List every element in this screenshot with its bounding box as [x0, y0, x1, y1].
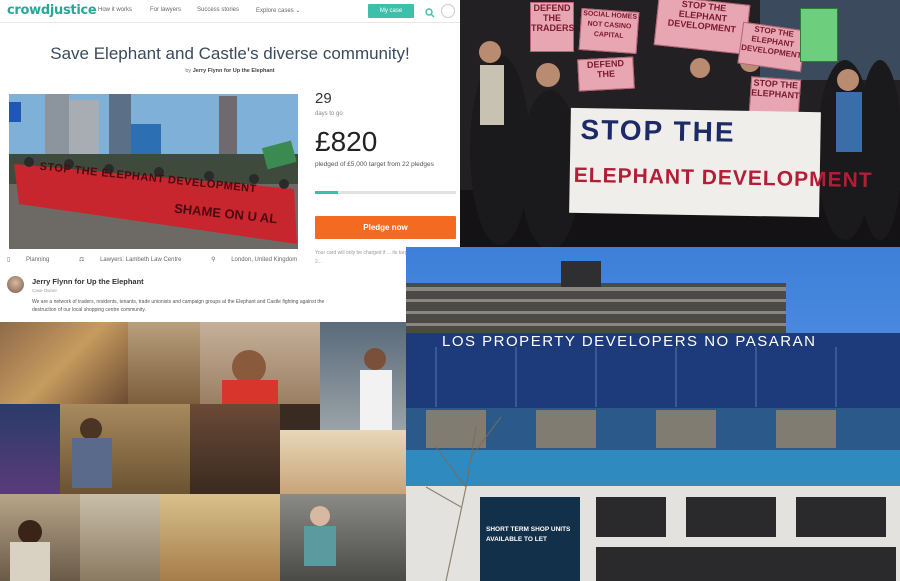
sign-stop-development-1: STOP THE ELEPHANT DEVELOPMENT: [653, 0, 751, 55]
tag-location[interactable]: ⚲ London, United Kingdom: [211, 257, 311, 263]
collage-photo-shopfront: [0, 322, 128, 404]
sign-defend: DEFEND THE: [577, 56, 635, 92]
byline-prefix: by: [185, 68, 192, 74]
case-description: We are a network of traders, residents, …: [32, 299, 325, 313]
tag-lawyers[interactable]: ⚖ Lawyers: Lambeth Law Centre: [79, 257, 195, 263]
days-count: 29: [315, 90, 332, 107]
collage-photo-market: [160, 494, 280, 581]
sign-defend-traders: DEFEND THE TRADERS: [530, 2, 575, 52]
location-pin-icon: ⚲: [211, 257, 216, 263]
user-avatar-icon[interactable]: [441, 4, 455, 18]
pledge-now-button[interactable]: Pledge now: [315, 216, 456, 239]
page-title: Save Elephant and Castle's diverse commu…: [50, 44, 410, 63]
byline-author[interactable]: Jerry Flynn for Up the Elephant: [193, 68, 275, 74]
protest-banner: STOP THE ELEPHANT DEVELOPMENT: [569, 107, 873, 218]
nav-explore-cases-label: Explore cases: [256, 8, 294, 14]
collage-photo-wheelchair-user: [280, 494, 406, 581]
shop-units-sign: SHORT TERM SHOP UNITS AVAILABLE TO LET: [480, 497, 580, 581]
shop-collage: [0, 322, 406, 581]
owner-avatar: [7, 276, 24, 293]
owner-role: Case Owner: [32, 288, 58, 293]
nav-explore-cases[interactable]: Explore cases ⌄: [256, 7, 300, 14]
collage-photo-stall: [128, 322, 200, 404]
collage-photo-cafe-sign: [280, 430, 406, 494]
tag-planning-label: Planning: [25, 257, 50, 263]
collage-photo-trader: [0, 494, 80, 581]
collage-photo-cafe: [190, 404, 280, 494]
banner-line2: ELEPHANT DEVELOPMENT: [573, 163, 873, 193]
sign-stop-development-2: STOP THE ELEPHANT DEVELOPMENT: [737, 21, 807, 73]
amount-raised: £820: [315, 126, 378, 157]
case-tags: ▯ Planning ⚖ Lawyers: Lambeth Law Centre…: [7, 256, 325, 263]
progress-bar: [315, 191, 456, 194]
days-label: days to go: [315, 111, 343, 117]
crowdjustice-panel: crowdjustice How it works For lawyers Su…: [0, 0, 460, 322]
progress-bar-fill: [315, 191, 339, 194]
sign-stop-elephant: STOP THE ELEPHANT: [748, 76, 802, 116]
pledged-summary: pledged of £5,000 target from 22 pledges: [315, 161, 434, 168]
sign-social-homes: SOCIAL HOMES NOT CASINO CAPITAL: [578, 8, 640, 54]
protest-photo: DEFEND THE TRADERS SOCIAL HOMES NOT CASI…: [460, 0, 900, 247]
tag-planning[interactable]: ▯ Planning: [7, 257, 63, 263]
scales-icon: ⚖: [79, 257, 85, 263]
banner-line1: STOP THE: [580, 114, 736, 148]
nav-how-it-works[interactable]: How it works: [98, 7, 132, 13]
shopping-centre-photo: LOS PROPERTY DEVELOPERS NO PASARAN SHORT…: [406, 247, 900, 581]
green-sign: [800, 8, 838, 62]
collage-photo-chef: [80, 494, 160, 581]
shop-sign-line2: AVAILABLE TO LET: [486, 536, 548, 543]
nav-for-lawyers[interactable]: For lawyers: [150, 7, 181, 13]
collage-photo-poster: [0, 404, 60, 494]
bookmark-icon: ▯: [7, 257, 11, 263]
collage-photo-vendor: [200, 322, 320, 404]
my-case-button[interactable]: My case: [368, 4, 414, 18]
case-hero-image: STOP THE ELEPHANT DEVELOPMENT SHAME ON U…: [9, 94, 298, 249]
tag-location-label: London, United Kingdom: [231, 257, 298, 263]
tag-lawyers-label: Lawyers: Lambeth Law Centre: [100, 257, 182, 263]
byline: by Jerry Flynn for Up the Elephant: [0, 68, 460, 74]
owner-name[interactable]: Jerry Flynn for Up the Elephant: [32, 277, 144, 286]
crowdjustice-logo[interactable]: crowdjustice: [7, 3, 97, 18]
collage-photo-grocer: [60, 404, 190, 494]
search-icon[interactable]: [425, 5, 435, 23]
nav-success-stories[interactable]: Success stories: [197, 7, 239, 13]
chevron-down-icon: ⌄: [295, 8, 301, 14]
collage-photo-shopkeeper: [320, 322, 406, 430]
shop-sign-line1: SHORT TERM SHOP UNITS: [486, 526, 571, 533]
top-nav: crowdjustice How it works For lawyers Su…: [0, 0, 460, 23]
building-slogan: LOS PROPERTY DEVELOPERS NO PASARAN: [442, 333, 817, 350]
